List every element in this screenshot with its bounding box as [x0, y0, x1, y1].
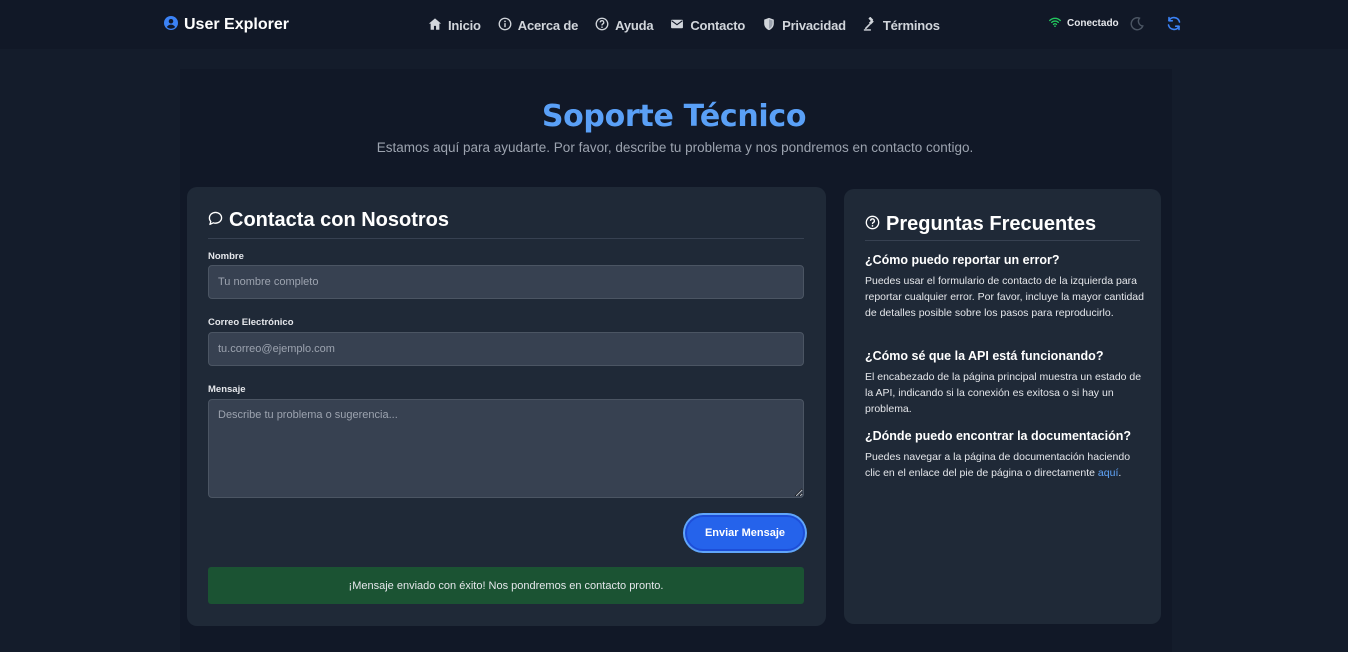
- mail-icon: [670, 17, 684, 34]
- wifi-icon: [1049, 16, 1061, 31]
- faq-answer-end: .: [1118, 467, 1122, 479]
- documentation-link[interactable]: aquí: [1098, 467, 1118, 479]
- faq-answer: El encabezado de la página principal mue…: [865, 371, 1142, 415]
- nav-item-label: Acerca de: [517, 17, 579, 33]
- name-input[interactable]: [208, 265, 804, 299]
- faq-title: Preguntas Frecuentes: [886, 213, 1097, 235]
- nav-item-acerca-de[interactable]: Acerca de: [498, 17, 578, 34]
- divider: [865, 240, 1140, 241]
- moon-icon[interactable]: [1129, 16, 1145, 32]
- success-alert: ¡Mensaje enviado con éxito! Nos pondremo…: [208, 567, 804, 604]
- message-label: Mensaje: [208, 384, 246, 395]
- faq-question: ¿Dónde puedo encontrar la documentación?: [865, 429, 1131, 443]
- send-message-button[interactable]: Enviar Mensaje: [685, 515, 805, 551]
- name-label: Nombre: [208, 251, 244, 262]
- nav-item-inicio[interactable]: Inicio: [428, 17, 481, 34]
- nav-item-contacto[interactable]: Contacto: [670, 17, 745, 34]
- help-icon: [595, 17, 609, 34]
- page-title: Soporte Técnico: [541, 99, 807, 134]
- faq-heading: Preguntas Frecuentes: [865, 213, 1096, 236]
- success-message: ¡Mensaje enviado con éxito! Nos pondremo…: [348, 579, 664, 592]
- refresh-icon[interactable]: [1166, 15, 1182, 32]
- email-input[interactable]: [208, 332, 804, 366]
- brand-name: User Explorer: [184, 16, 289, 33]
- nav-item-terminos[interactable]: Términos: [863, 16, 940, 34]
- faq-question: ¿Cómo sé que la API está funcionando?: [865, 349, 1104, 363]
- faq-answer: Puedes navegar a la página de documentac…: [865, 449, 1145, 481]
- nav-item-label: Ayuda: [615, 17, 654, 33]
- user-circle-icon: [164, 15, 178, 35]
- divider: [208, 238, 804, 239]
- top-navbar: User Explorer Inicio Acerca de Ayuda Con…: [0, 0, 1348, 49]
- page-subtitle: Estamos aquí para ayudarte. Por favor, d…: [376, 140, 974, 155]
- shield-icon: [762, 17, 776, 34]
- info-icon: [498, 17, 512, 34]
- nav-item-privacidad[interactable]: Privacidad: [762, 17, 846, 34]
- nav-item-ayuda[interactable]: Ayuda: [595, 17, 654, 34]
- brand[interactable]: User Explorer: [164, 14, 289, 36]
- faq-card: Preguntas Frecuentes ¿Cómo puedo reporta…: [844, 189, 1161, 624]
- faq-answer-text: Puedes navegar a la página de documentac…: [865, 451, 1131, 479]
- home-icon: [428, 17, 442, 34]
- status-text: Conectado: [1067, 18, 1119, 29]
- nav-item-label: Inicio: [448, 17, 481, 33]
- contact-card: Contacta con Nosotros Nombre Correo Elec…: [187, 187, 826, 626]
- email-label: Correo Electrónico: [208, 317, 294, 328]
- faq-question: ¿Cómo puedo reportar un error?: [865, 253, 1060, 267]
- chat-bubble-icon: [208, 209, 223, 232]
- nav-item-label: Contacto: [690, 17, 746, 33]
- contact-title: Contacta con Nosotros: [229, 209, 450, 231]
- nav-item-label: Términos: [882, 17, 940, 33]
- contact-heading: Contacta con Nosotros: [208, 209, 449, 232]
- faq-answer: Puedes usar el formulario de contacto de…: [865, 275, 1144, 319]
- help-icon: [865, 213, 880, 236]
- nav-item-label: Privacidad: [782, 17, 846, 33]
- nav-links: Inicio Acerca de Ayuda Contacto Privacid…: [428, 15, 940, 35]
- connection-status: Conectado: [1049, 16, 1119, 31]
- message-textarea[interactable]: [208, 399, 804, 498]
- gavel-icon: [863, 16, 877, 34]
